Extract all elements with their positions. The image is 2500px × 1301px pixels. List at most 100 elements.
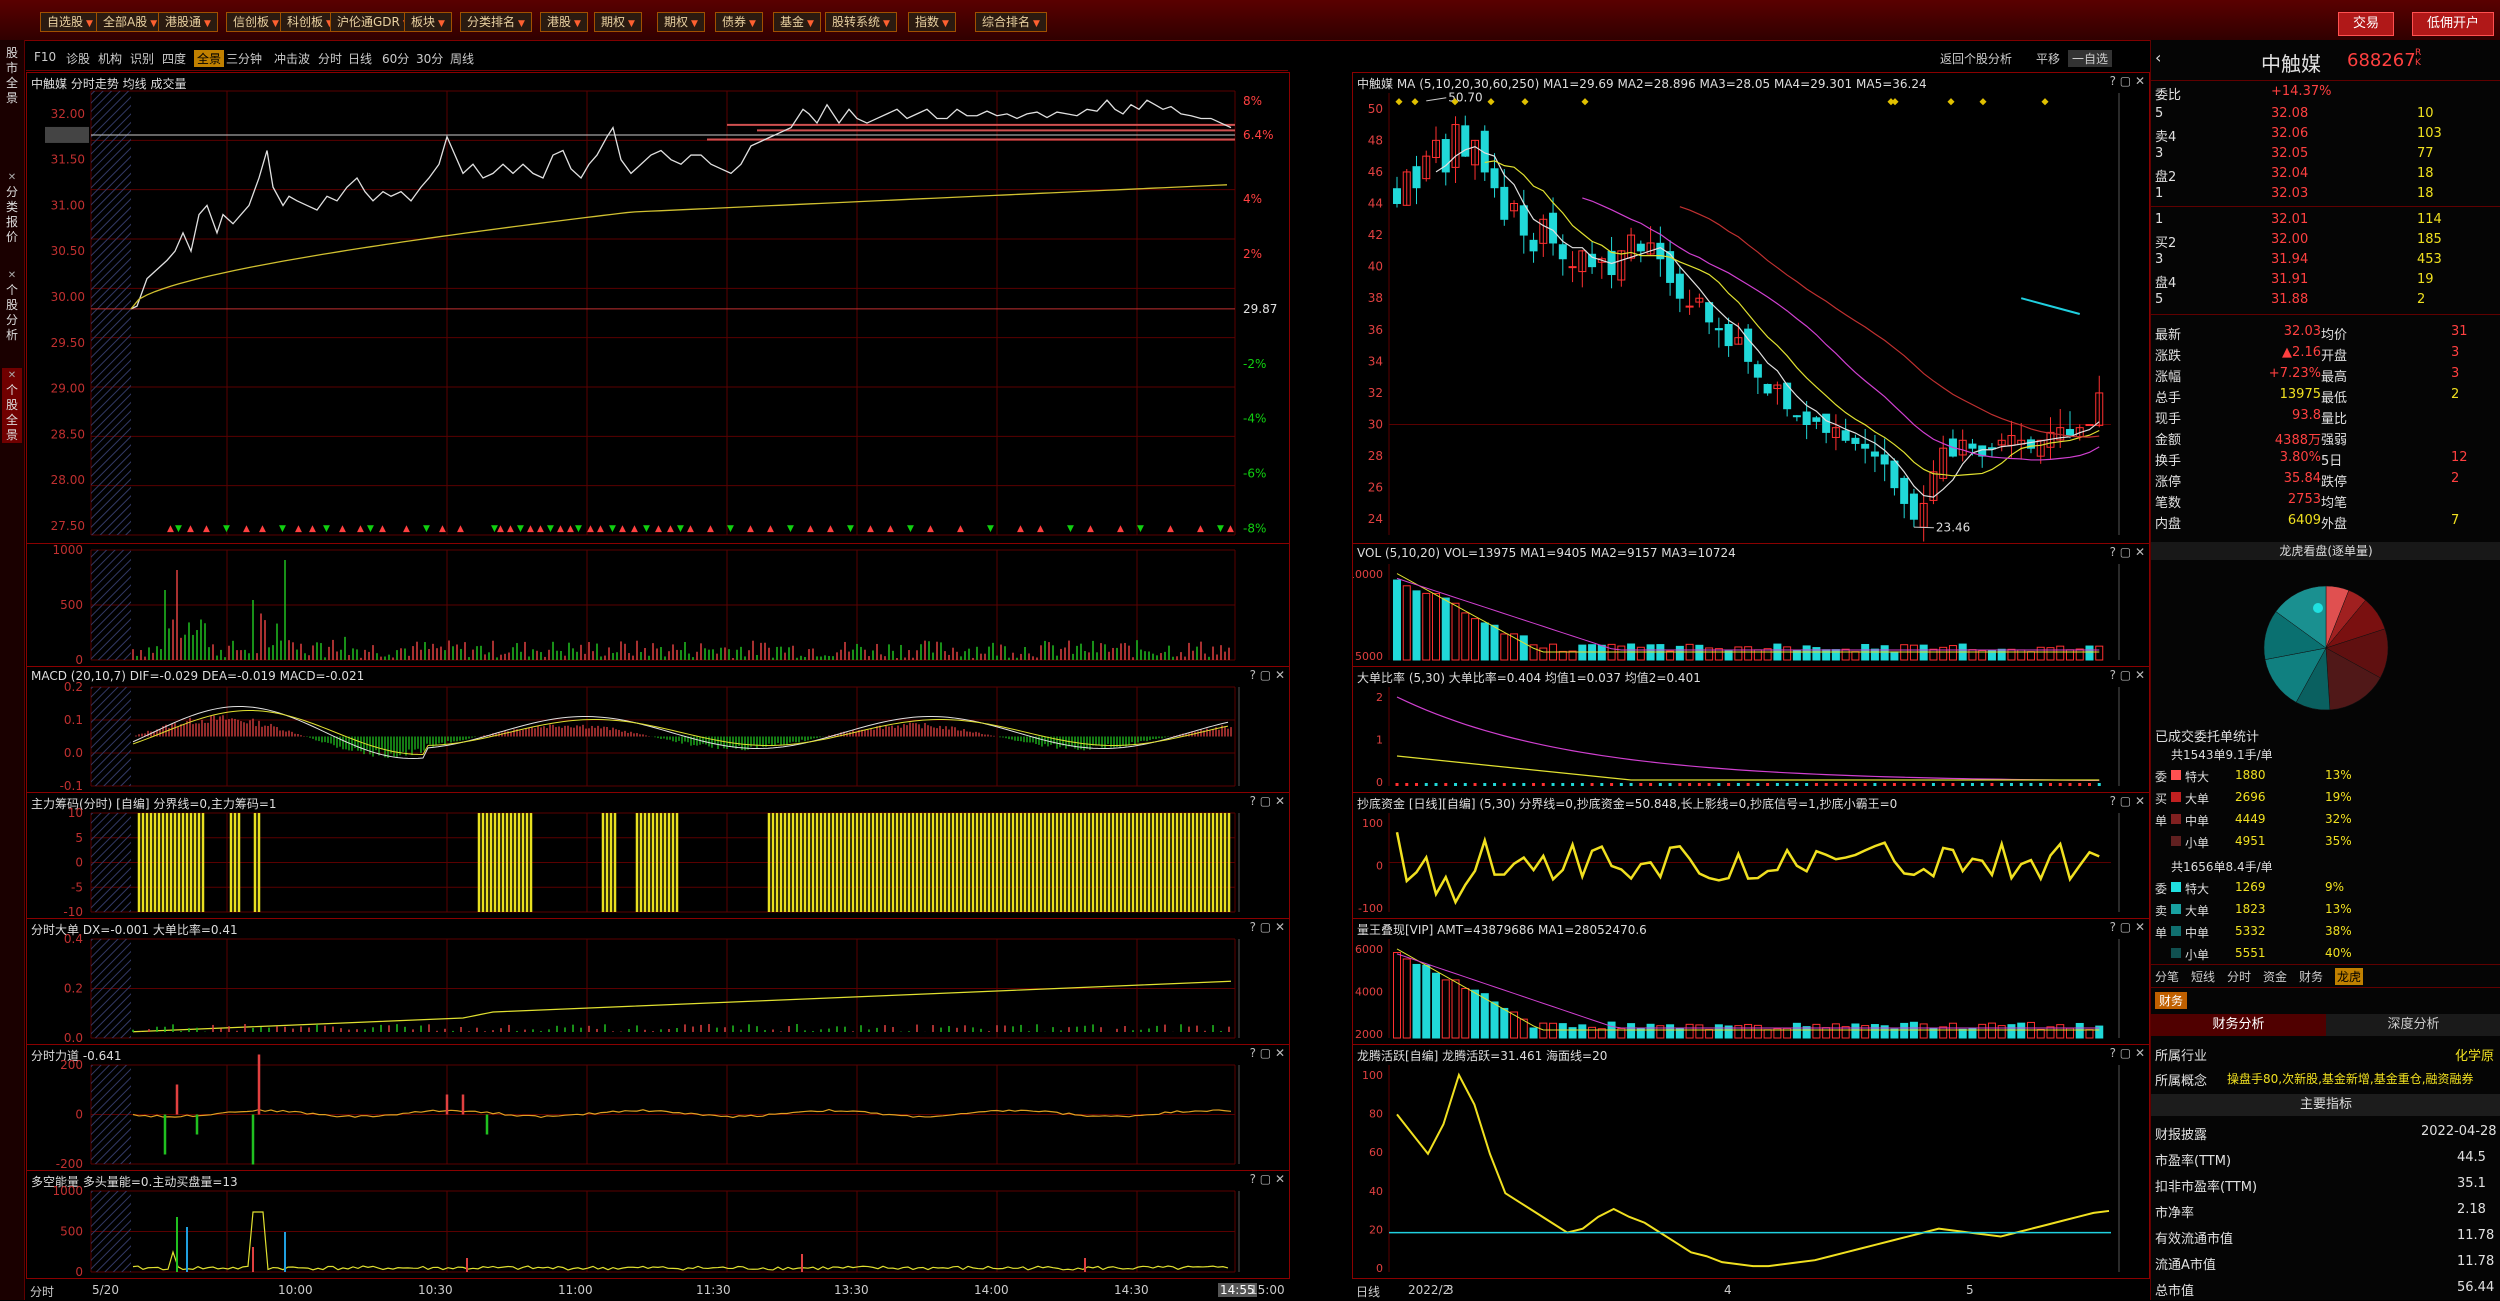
time-tab[interactable]: 分时 <box>30 1283 54 1300</box>
period-button[interactable]: 周线 <box>450 50 474 67</box>
volume-bar <box>1870 648 1879 661</box>
candle-body <box>2065 429 2074 437</box>
indicator-panel[interactable]: 抄底资金 [日线][自编] (5,30) 分界线=0,抄底资金=50.848,长… <box>1352 792 2150 919</box>
toolbar-button[interactable]: 期权 ▼ <box>657 12 705 32</box>
close-icon[interactable]: ✕ <box>2 170 22 185</box>
stat-label: 涨停 <box>2155 475 2182 490</box>
period-button[interactable]: 三分钟 <box>226 50 262 67</box>
open-account-button[interactable]: 低佣开户 <box>2412 12 2495 36</box>
period-button[interactable]: F10 <box>34 50 56 64</box>
date-tick: 5 <box>1966 1283 1974 1297</box>
indicator-panel[interactable]: 分时力道 -0.641? ▢ ✕ 200 0 -200 <box>26 1044 1290 1171</box>
toolbar-button[interactable]: 全部A股 ▼ <box>96 12 165 32</box>
close-icon[interactable]: ✕ <box>2 368 22 383</box>
ask-row[interactable]: 1 32.03 18 <box>2151 184 2500 204</box>
toolbar-button[interactable]: 股转系统 ▼ <box>825 12 897 32</box>
period-button[interactable]: 分时 <box>318 50 342 67</box>
indicator-panel[interactable]: 分时大单 DX=-0.001 大单比率=0.41? ▢ ✕ 0.4 0.2 0.0 <box>26 918 1290 1045</box>
ask-row[interactable]: 卖4 32.06 103 <box>2151 124 2500 145</box>
period-button[interactable]: 机构 <box>98 50 122 67</box>
tab-stock-panorama[interactable]: ✕ 个股全景 <box>2 368 22 443</box>
price-tick: 32.00 <box>51 107 85 121</box>
sidebar-tab[interactable]: 财务 <box>2299 968 2323 985</box>
indicator-panel[interactable]: 龙腾活跃[自编] 龙腾活跃=31.461 海面线=20? ▢ ✕ 100 80 60 4… <box>1352 1044 2150 1279</box>
daily-tab[interactable]: 日线 <box>1356 1283 1380 1300</box>
toolbar-button[interactable]: 港股通 ▼ <box>158 12 218 32</box>
right-subbar-button[interactable]: 返回个股分析 <box>1940 50 2012 67</box>
volume-bar <box>1812 1023 1821 1039</box>
indicator-panel[interactable]: 大单比率 (5,30) 大单比率=0.404 均值1=0.037 均值2=0.4… <box>1352 666 2150 793</box>
level-price: 31.94 <box>2271 252 2309 267</box>
indicator-panel[interactable]: MACD (20,10,7) DIF=-0.029 DEA=-0.019 MAC… <box>26 666 1290 793</box>
bid-row[interactable]: 盘4 31.91 19 <box>2151 270 2500 291</box>
toolbar-button[interactable]: 分类排名 ▼ <box>460 12 532 32</box>
bid-row[interactable]: 1 32.01 114 <box>2151 210 2500 230</box>
indicator-panel[interactable]: VOL (5,10,20) VOL=13975 MA1=9405 MA2=915… <box>1352 543 2150 667</box>
period-button[interactable]: 四度 <box>162 50 186 67</box>
dropdown-arrow-icon: ▼ <box>204 19 211 29</box>
right-subbar-button[interactable]: 一自选 <box>2068 50 2113 67</box>
indicator-panel[interactable]: 主力筹码(分时) [自编] 分界线=0,主力筹码=1? ▢ ✕ 10 5 0 -5 -10 <box>26 792 1290 919</box>
signal-marker: ▼ <box>323 524 330 534</box>
indicator-tick: 5 <box>75 831 83 845</box>
indicator-chart: 0.2 0.1 0.0 -0.1 <box>60 680 1240 792</box>
deep-analysis-tab[interactable]: 深度分析 <box>2326 1014 2500 1036</box>
volume-bar <box>1578 1024 1587 1039</box>
sidebar-tab[interactable]: 分笔 <box>2155 968 2179 985</box>
level-label: 1 <box>2155 212 2164 227</box>
tab-stock-analysis[interactable]: ✕ 个股分析 <box>2 268 22 343</box>
sidebar-tab[interactable]: 短线 <box>2191 968 2215 985</box>
trade-button[interactable]: 交易 <box>2338 12 2395 36</box>
volume-bar <box>1695 1024 1704 1039</box>
toolbar-button[interactable]: 综合排名 ▼ <box>975 12 1047 32</box>
period-button[interactable]: 识别 <box>130 50 154 67</box>
sidebar-tab[interactable]: 资金 <box>2263 968 2287 985</box>
toolbar-button[interactable]: 指数 ▼ <box>908 12 956 32</box>
stat-value: 12 <box>2451 450 2468 465</box>
right-subbar-button[interactable]: 平移 <box>2036 50 2060 67</box>
force-line <box>132 1108 1232 1119</box>
tab-market-overview[interactable]: 股市全景 <box>2 46 22 106</box>
toolbar-button[interactable]: 基金 ▼ <box>773 12 821 32</box>
percent-tick: -2% <box>1243 357 1266 371</box>
signal-marker: ▲ <box>1117 524 1124 534</box>
ask-row[interactable]: 盘2 32.04 18 <box>2151 164 2500 185</box>
bid-row[interactable]: 买2 32.00 185 <box>2151 230 2500 251</box>
period-button[interactable]: 冲击波 <box>274 50 310 67</box>
indicator-tick: 0 <box>1376 860 1383 873</box>
toolbar-button[interactable]: 自选股 ▼ <box>40 12 100 32</box>
toolbar-button[interactable]: 信创板 ▼ <box>226 12 286 32</box>
toolbar-button[interactable]: 期权 ▼ <box>594 12 642 32</box>
indicator-tick: 0 <box>1376 776 1383 789</box>
toolbar-button[interactable]: 港股 ▼ <box>540 12 588 32</box>
tab-category-quotes[interactable]: ✕ 分类报价 <box>2 170 22 245</box>
sidebar-tab[interactable]: 分时 <box>2227 968 2251 985</box>
back-chevron-icon[interactable]: ‹ <box>2155 48 2161 67</box>
bid-row[interactable]: 5 31.88 2 <box>2151 290 2500 310</box>
volume-bar <box>1539 1022 1548 1039</box>
period-button[interactable]: 日线 <box>348 50 372 67</box>
toolbar-button[interactable]: 债券 ▼ <box>715 12 763 32</box>
toolbar-button[interactable]: 板块 ▼ <box>404 12 452 32</box>
tab-label: 分类报价 <box>5 185 18 244</box>
volume-bar <box>2065 649 2074 661</box>
ask-row[interactable]: 5 32.08 10 <box>2151 104 2500 124</box>
period-button[interactable]: 30分 <box>416 50 443 67</box>
finance-tab[interactable]: 财务 <box>2155 992 2188 1009</box>
close-icon[interactable]: ✕ <box>2 268 22 283</box>
intraday-chart-panel[interactable]: 中触媒 分时走势 均线 成交量 ▲ ▼ ▲ ▲ ▼ ▲ ▲ ▼ ▲ ▲ ▼ ▲ ▲ ▼ ▲ ▲ ▼ ▲ ▲ ▼ ▲ ▲ ▼ ▲… <box>26 72 1290 544</box>
period-button[interactable]: 诊股 <box>66 50 90 67</box>
intraday-volume-panel[interactable]: 1000 500 0 <box>26 543 1290 667</box>
daily-kline-panel[interactable]: 中触媒 MA (5,10,20,30,60,250) MA1=29.69 MA2… <box>1352 72 2150 544</box>
period-button[interactable]: 全景 <box>194 50 225 67</box>
order-type: 中单 <box>2185 926 2210 940</box>
finance-analysis-tab[interactable]: 财务分析 <box>2151 1014 2326 1036</box>
indicator-tick: -100 <box>1358 902 1383 915</box>
indicator-panel[interactable]: 量王叠现[VIP] AMT=43879686 MA1=28052470.6? ▢… <box>1352 918 2150 1045</box>
ask-row[interactable]: 3 32.05 77 <box>2151 144 2500 164</box>
bid-row[interactable]: 3 31.94 453 <box>2151 250 2500 270</box>
sidebar-tab[interactable]: 龙虎 <box>2335 968 2364 985</box>
indicator-panel[interactable]: 多空能量 多头量能=0.主动买盘量=13? ▢ ✕ 1000 500 0 <box>26 1170 1290 1279</box>
toolbar-button-label: 板块 <box>411 15 436 29</box>
period-button[interactable]: 60分 <box>382 50 409 67</box>
